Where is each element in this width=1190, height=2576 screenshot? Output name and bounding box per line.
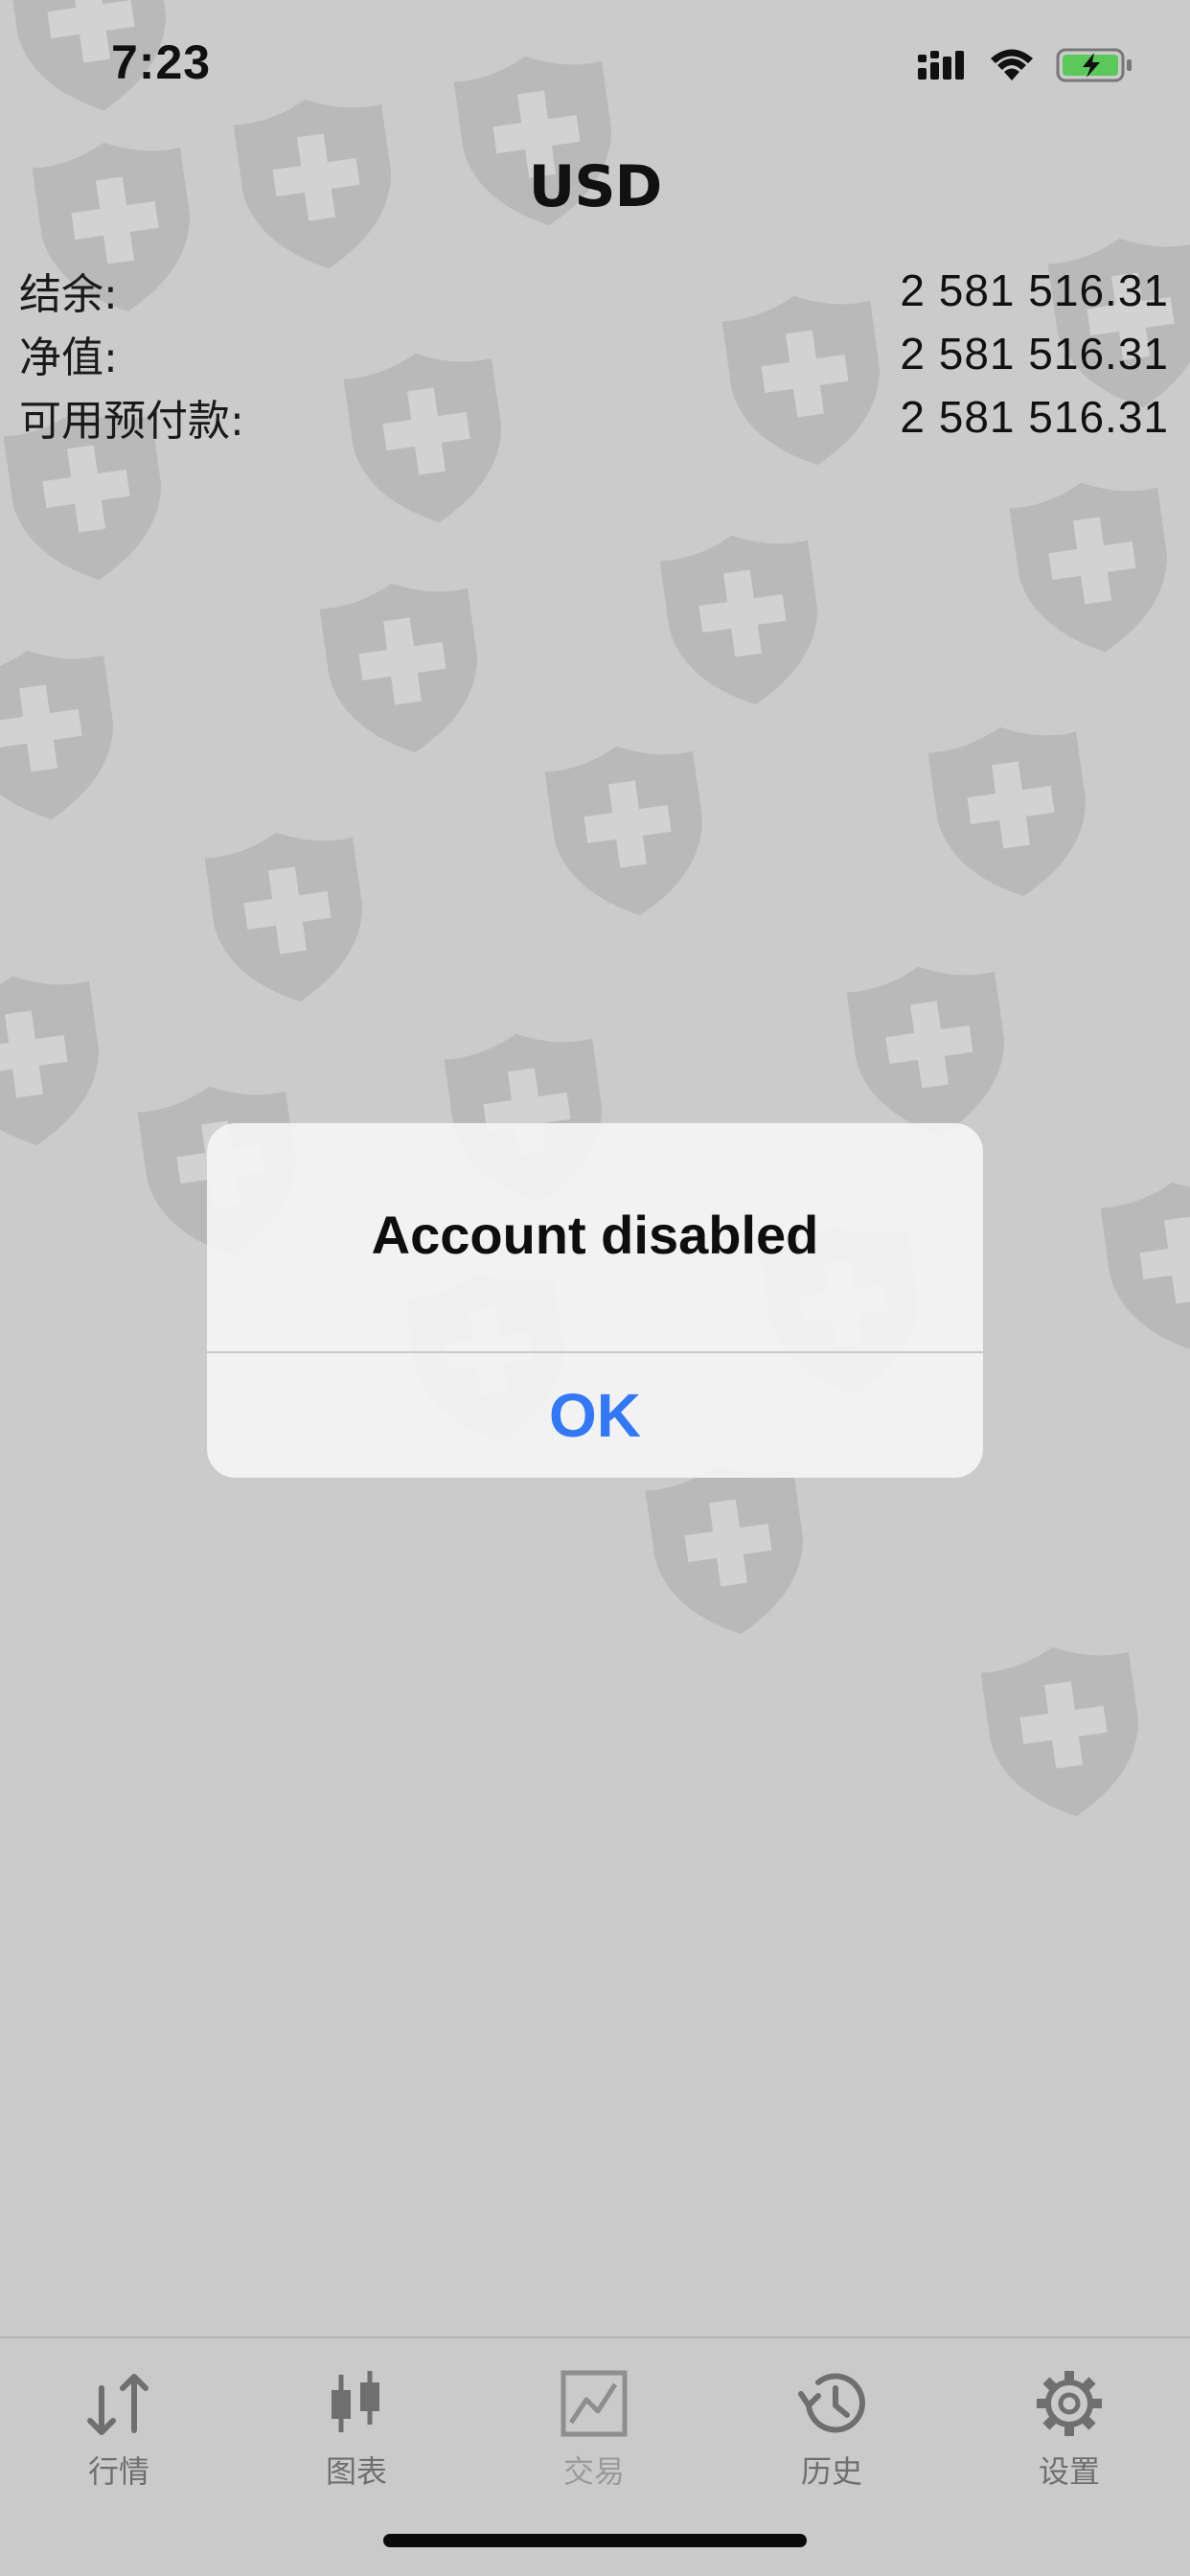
page-title: USD — [528, 153, 663, 220]
tab-quotes[interactable]: 行情 — [23, 2356, 215, 2518]
arrows-updown-icon — [87, 2374, 149, 2435]
equity-value: 2 581 516.31 — [900, 329, 1169, 379]
tab-charts[interactable]: 图表 — [261, 2356, 452, 2518]
balance-value: 2 581 516.31 — [900, 265, 1169, 315]
balance-label: 结余: — [19, 270, 118, 319]
trade-chart-icon — [561, 2370, 628, 2437]
free-margin-label: 可用预付款: — [19, 397, 244, 446]
tab-quotes-label: 行情 — [87, 2453, 149, 2490]
wifi-icon — [991, 49, 1033, 80]
tab-charts-label: 图表 — [325, 2453, 387, 2490]
candlestick-icon — [332, 2371, 379, 2432]
tab-trade-label: 交易 — [562, 2453, 625, 2490]
summary-row-balance: 结余: 2 581 516.31 — [19, 259, 1169, 322]
history-clock-icon — [798, 2373, 865, 2433]
tab-history-label: 历史 — [800, 2453, 862, 2490]
alert-dialog: Account disabled OK — [207, 1123, 983, 1478]
account-summary: 结余: 2 581 516.31 净值: 2 581 516.31 可用预付款:… — [19, 259, 1169, 448]
home-indicator — [383, 2534, 807, 2547]
status-time: 7:23 — [111, 35, 212, 89]
alert-title: Account disabled — [371, 1205, 819, 1265]
ok-button[interactable]: OK — [207, 1353, 983, 1478]
status-icons — [918, 42, 1133, 88]
equity-label: 净值: — [19, 334, 118, 382]
tab-settings-label: 设置 — [1038, 2453, 1100, 2490]
tab-trade[interactable]: 交易 — [498, 2356, 690, 2518]
app-screen: 7:23 USD 结余: 2 581 516.31 净值: 2 581 516.… — [0, 0, 1190, 2576]
free-margin-value: 2 581 516.31 — [900, 392, 1169, 442]
battery-charging-icon — [1056, 48, 1132, 82]
summary-row-equity: 净值: 2 581 516.31 — [19, 322, 1169, 385]
tab-settings[interactable]: 设置 — [973, 2356, 1165, 2518]
summary-row-free-margin: 可用预付款: 2 581 516.31 — [19, 385, 1169, 448]
tab-history[interactable]: 历史 — [736, 2356, 927, 2518]
gear-icon — [1037, 2371, 1102, 2436]
cellular-signal-icon — [918, 51, 964, 80]
